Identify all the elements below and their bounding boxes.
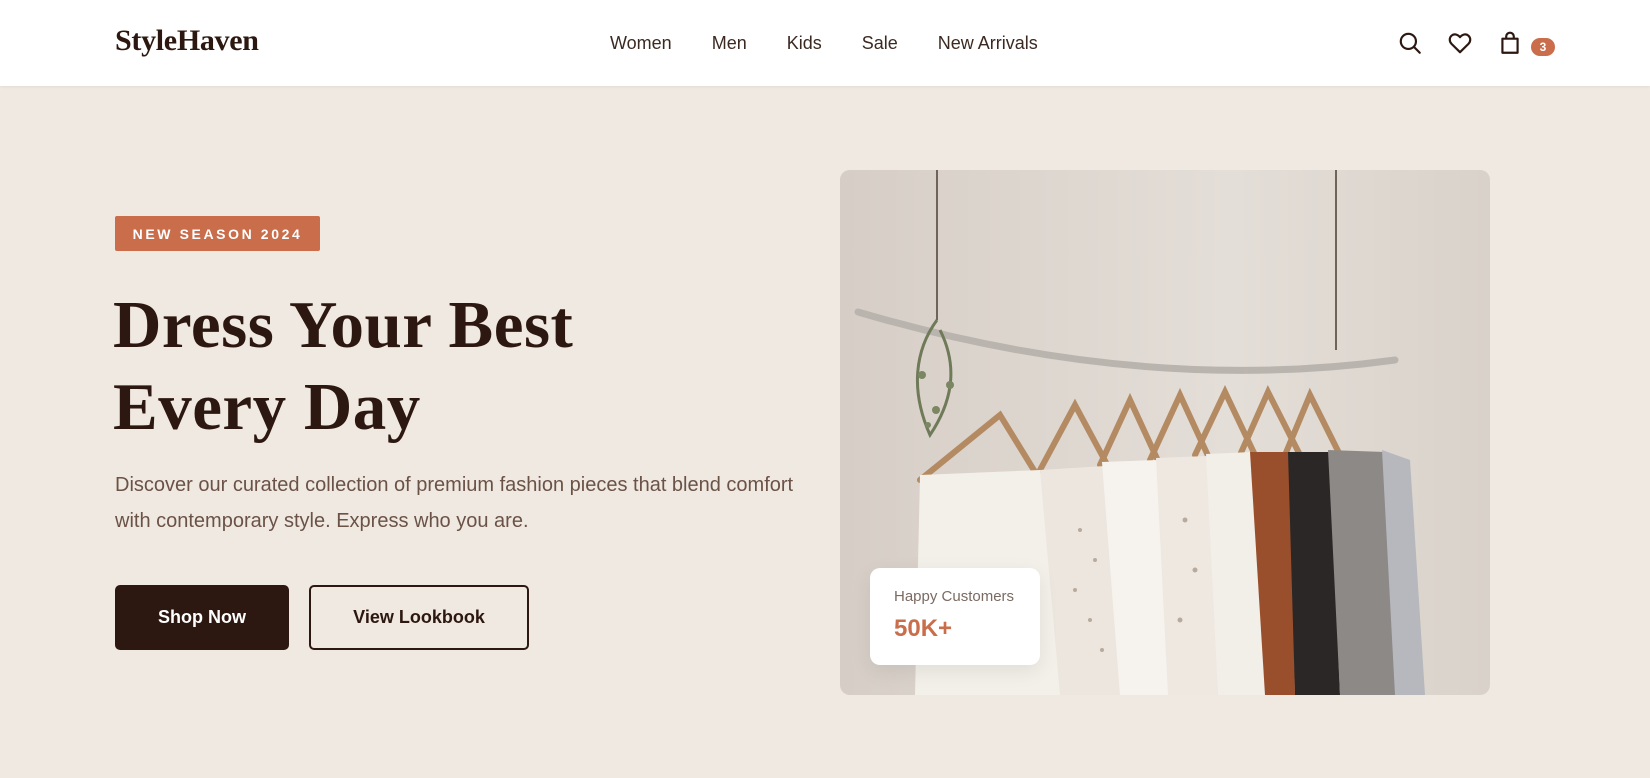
happy-customers-card: Happy Customers 50K+ bbox=[870, 568, 1040, 665]
heart-icon[interactable] bbox=[1447, 30, 1473, 56]
top-navigation-bar: StyleHaven Women Men Kids Sale New Arriv… bbox=[0, 0, 1650, 86]
hero-description: Discover our curated collection of premi… bbox=[115, 474, 794, 532]
nav-link-sale[interactable]: Sale bbox=[862, 33, 898, 54]
view-lookbook-button[interactable]: View Lookbook bbox=[309, 585, 529, 650]
search-icon[interactable] bbox=[1397, 30, 1423, 56]
shopping-bag-icon[interactable] bbox=[1497, 30, 1523, 56]
hero-headline-line-2: Every Day bbox=[113, 370, 421, 444]
stat-value: 50K+ bbox=[894, 615, 953, 642]
nav-link-new-arrivals[interactable]: New Arrivals bbox=[938, 33, 1038, 54]
hero-headline-line-1: Dress Your Best bbox=[113, 288, 574, 362]
nav-link-men[interactable]: Men bbox=[712, 33, 747, 54]
cart-count-badge: 3 bbox=[1531, 38, 1555, 56]
hero-headline: Dress Your Best Every Day bbox=[113, 284, 573, 448]
season-badge: NEW SEASON 2024 bbox=[115, 216, 320, 251]
nav-link-women[interactable]: Women bbox=[610, 33, 672, 54]
brand-logo[interactable]: StyleHaven bbox=[115, 24, 259, 58]
main-nav-links: Women Men Kids Sale New Arrivals bbox=[610, 33, 1078, 54]
stat-label: Happy Customers bbox=[894, 588, 1015, 605]
nav-link-kids[interactable]: Kids bbox=[787, 33, 822, 54]
shop-now-button[interactable]: Shop Now bbox=[115, 585, 289, 650]
